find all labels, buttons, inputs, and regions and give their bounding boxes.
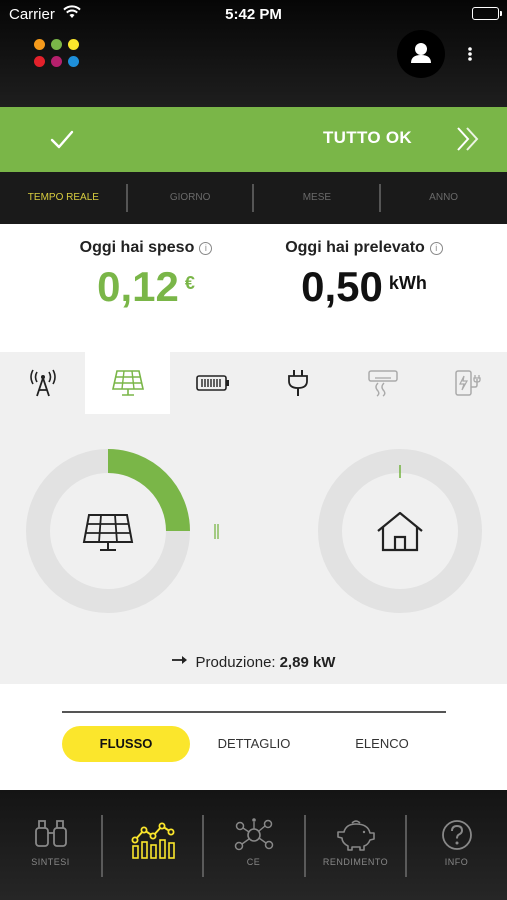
home-icon <box>377 511 423 552</box>
solar-panel-icon <box>111 370 144 396</box>
category-consumption[interactable] <box>255 352 340 414</box>
more-options-icon[interactable] <box>462 42 478 66</box>
nav-info[interactable]: INFO <box>406 790 507 900</box>
spent-unit: € <box>184 273 195 293</box>
elenco-button[interactable]: ELENCO <box>318 726 446 762</box>
bottom-navigation: SINTESI CE RENDIMENTO INFO <box>0 790 507 900</box>
piggy-bank-icon <box>336 820 375 851</box>
nav-ce[interactable]: CE <box>203 790 304 900</box>
status-bar: Carrier 5:42 PM <box>0 0 507 28</box>
production-value: 2,89 kW <box>279 654 336 671</box>
top-bar: Carrier 5:42 PM <box>0 0 507 107</box>
production-label: Produzione: <box>195 654 276 671</box>
info-icon[interactable]: i <box>199 242 213 255</box>
drawn-unit: kWh <box>388 273 427 293</box>
checkmark-icon <box>48 125 76 158</box>
nav-sintesi[interactable]: SINTESI <box>0 790 101 900</box>
drawn-value-row: 0,50 kWh <box>264 263 464 311</box>
info-icon[interactable]: i <box>429 242 443 255</box>
tab-tempo-reale[interactable]: TEMPO REALE <box>0 172 127 224</box>
drawn-caption: Oggi hai prelevato <box>285 239 425 256</box>
chart-icon <box>131 822 175 859</box>
drawn-summary: Oggi hai prelevato i 0,50 kWh <box>264 239 464 311</box>
spent-value-row: 0,12 € <box>46 263 246 311</box>
status-label: TUTTO OK <box>323 128 412 147</box>
solar-ring-progress <box>107 449 190 532</box>
nav-label: INFO <box>444 857 469 867</box>
clock: 5:42 PM <box>225 6 282 23</box>
home-ring-track <box>318 449 482 613</box>
logo-dot <box>51 39 62 50</box>
spent-value: 0,12 <box>97 263 179 310</box>
binoculars-icon <box>34 820 67 847</box>
period-tabs: TEMPO REALE GIORNO MESE ANNO <box>0 172 507 224</box>
spent-summary: Oggi hai speso i 0,12 € <box>46 239 246 311</box>
network-icon <box>234 818 273 851</box>
logo-dot <box>68 39 79 50</box>
solar-panel-icon <box>82 514 134 551</box>
category-grid[interactable] <box>0 352 85 414</box>
drawn-value: 0,50 <box>301 263 383 310</box>
logo-dot <box>34 56 45 67</box>
dettaglio-button[interactable]: DETTAGLIO <box>190 726 318 762</box>
ev-charger-icon <box>454 370 481 396</box>
category-ev-charger[interactable] <box>425 352 507 414</box>
divider <box>126 184 128 212</box>
nav-chart[interactable] <box>102 790 203 900</box>
nav-label: RENDIMENTO <box>322 857 389 867</box>
divider <box>379 184 381 212</box>
energy-flow: Produzione: 2,89 kW <box>0 414 507 684</box>
flusso-button[interactable]: FLUSSO <box>62 726 190 762</box>
battery-status-icon <box>472 7 502 20</box>
help-icon <box>441 820 472 850</box>
double-chevron-right-icon[interactable] <box>455 123 483 160</box>
logo-dot <box>34 39 45 50</box>
category-air-conditioner[interactable] <box>340 352 425 414</box>
divider <box>62 711 446 713</box>
nav-label: CE <box>246 857 261 867</box>
app-logo <box>34 39 80 69</box>
user-icon <box>411 43 431 63</box>
logo-dot <box>68 56 79 67</box>
category-battery[interactable] <box>170 352 255 414</box>
flow-indicator <box>214 524 219 539</box>
arrow-right-icon <box>171 652 188 669</box>
tab-anno[interactable]: ANNO <box>380 172 507 224</box>
plug-icon <box>287 370 308 396</box>
production-readout: Produzione: 2,89 kW <box>0 652 507 671</box>
daily-summary: Oggi hai speso i 0,12 € Oggi hai prelevato… <box>0 224 507 352</box>
battery-icon <box>195 375 229 391</box>
tab-giorno[interactable]: GIORNO <box>127 172 254 224</box>
antenna-icon <box>29 369 56 397</box>
spent-caption: Oggi hai speso <box>79 239 195 256</box>
nav-rendimento[interactable]: RENDIMENTO <box>305 790 406 900</box>
nav-label: SINTESI <box>31 857 70 867</box>
status-banner[interactable]: TUTTO OK <box>0 107 507 172</box>
divider <box>252 184 254 212</box>
air-conditioner-icon <box>367 370 398 397</box>
logo-dot <box>51 56 62 67</box>
category-tabs <box>0 352 507 414</box>
profile-button[interactable] <box>397 30 445 78</box>
category-solar[interactable] <box>85 352 170 414</box>
flow-diagram <box>26 449 482 613</box>
view-toggle: FLUSSO DETTAGLIO ELENCO <box>0 684 507 790</box>
tab-mese[interactable]: MESE <box>254 172 381 224</box>
